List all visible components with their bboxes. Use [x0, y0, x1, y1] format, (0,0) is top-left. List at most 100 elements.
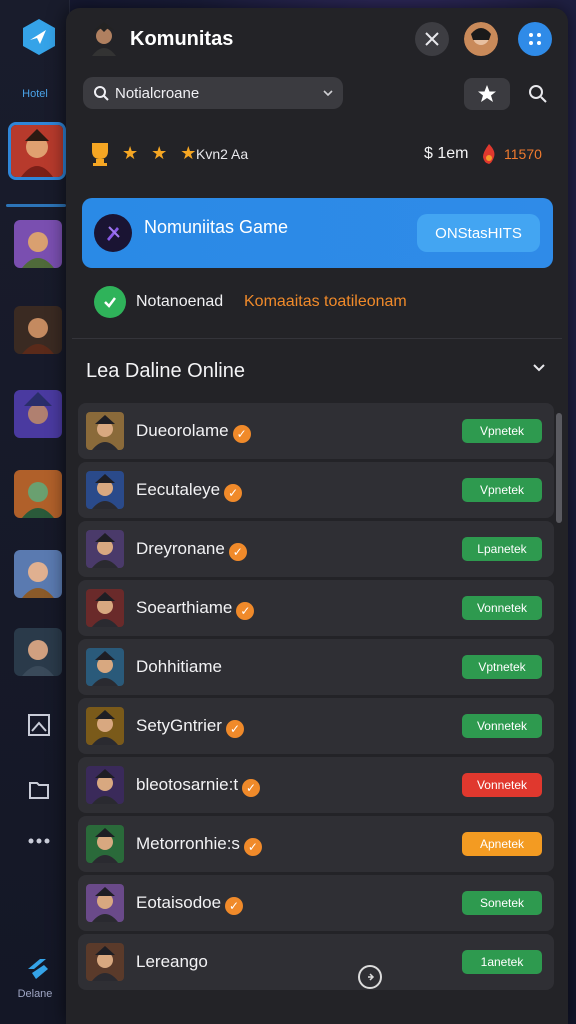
list-item-thumbnail — [86, 589, 124, 627]
list-item-label: Soearthiame — [136, 598, 233, 617]
game-logo-icon — [94, 214, 132, 252]
list-item-thumbnail — [86, 825, 124, 863]
list-item-thumbnail — [86, 471, 124, 509]
search-dropdown[interactable]: Notialcroane — [83, 77, 343, 109]
list-item-name: Dreyronane ✓ — [136, 539, 247, 561]
rail-avatar-2[interactable] — [14, 220, 62, 268]
list-item[interactable]: Eecutaleye ✓ Vpnetek — [78, 462, 554, 518]
trophy-icon — [92, 143, 108, 166]
list-item[interactable]: Dreyronane ✓ Lpanetek — [78, 521, 554, 577]
list-item-status-button[interactable]: Vonnetek — [462, 714, 542, 738]
rail-separator — [6, 204, 66, 207]
chevron-down-icon — [323, 90, 333, 96]
list-item-label: Dueorolame — [136, 421, 229, 440]
rail-avatar-1[interactable] — [8, 122, 66, 180]
verified-badge-icon: ✓ — [224, 484, 243, 502]
list-item-label: bleotosarnie:t — [136, 775, 239, 794]
star-icon — [478, 85, 496, 102]
folder-icon[interactable] — [24, 775, 54, 805]
more-icon[interactable] — [24, 826, 54, 856]
bottom-action-icon[interactable] — [358, 965, 382, 989]
scrollbar[interactable] — [556, 413, 562, 523]
list-item[interactable]: SetyGntrier ✓ Vonnetek — [78, 698, 554, 754]
chevron-down-icon — [533, 364, 545, 372]
fire-icon — [483, 144, 495, 164]
rating-stars: ★ ★ ★ — [122, 143, 201, 163]
list-item-thumbnail — [86, 943, 124, 981]
divider — [72, 338, 562, 339]
list-item-label: Lereango — [136, 952, 208, 971]
list-item-name: Eecutaleye ✓ — [136, 480, 243, 502]
stats-row: ★ ★ ★ Kvn2 Aa $ 1em 11570 — [86, 140, 556, 168]
section-collapse-button[interactable] — [532, 360, 552, 380]
list-item-status-button[interactable]: Vptnetek — [462, 655, 542, 679]
list-item-name: bleotosarnie:t ✓ — [136, 775, 261, 797]
game-banner[interactable]: Nomuniitas Game ONStasHITS — [82, 198, 553, 268]
list-item-thumbnail — [86, 707, 124, 745]
left-rail: Hotel Delane — [0, 0, 70, 1024]
list-item-name: SetyGntrier ✓ — [136, 716, 244, 738]
verified-badge-icon: ✓ — [232, 425, 251, 443]
notice-link[interactable]: Komaaitas toatileonam — [244, 293, 407, 311]
list-item-thumbnail — [86, 530, 124, 568]
chart-icon[interactable] — [24, 710, 54, 740]
rail-top-label: Hotel — [22, 88, 48, 100]
list-item-status-button[interactable]: Lpanetek — [462, 537, 542, 561]
list-item-label: Dohhitiame — [136, 657, 222, 676]
profile-avatar[interactable] — [464, 22, 498, 56]
rail-avatar-4[interactable] — [14, 390, 62, 438]
notice-status: Notanoenad — [136, 293, 224, 310]
status-notice: Notanoenad Komaaitas toatileonam — [94, 286, 534, 318]
verified-badge-icon: ✓ — [243, 838, 262, 856]
list-item[interactable]: Metorronhie:s ✓ Apnetek — [78, 816, 554, 872]
member-count: 11570 — [504, 146, 542, 162]
rail-avatar-5[interactable] — [14, 470, 62, 518]
search-button[interactable] — [524, 80, 552, 108]
rail-bottom-label: Delane — [17, 988, 53, 1000]
list-item-name: Soearthiame ✓ — [136, 598, 255, 620]
list-item-status-button[interactable]: 1anetek — [462, 950, 542, 974]
verified-badge-icon: ✓ — [228, 543, 247, 561]
list-item[interactable]: bleotosarnie:t ✓ Vonnetek — [78, 757, 554, 813]
favorite-button[interactable] — [464, 78, 510, 110]
list-item[interactable]: Soearthiame ✓ Vonnetek — [78, 580, 554, 636]
list-item-status-button[interactable]: Vonnetek — [462, 596, 542, 620]
list-item-status-button[interactable]: Vonnetek — [462, 773, 542, 797]
list-item-status-button[interactable]: Vpnetek — [462, 478, 542, 502]
search-value: Notialcroane — [115, 84, 200, 102]
list-item-name: Eotaisodoe ✓ — [136, 893, 244, 915]
list-item-name: Dohhitiame — [136, 657, 222, 677]
list-item-label: Dreyronane — [136, 539, 225, 558]
tools-button[interactable] — [415, 22, 449, 56]
list-item-name: Dueorolame ✓ — [136, 421, 251, 443]
home-logo-icon[interactable] — [24, 955, 52, 983]
verified-badge-icon: ✓ — [236, 602, 255, 620]
rail-avatar-6[interactable] — [14, 550, 62, 598]
list-item-label: SetyGntrier — [136, 716, 222, 735]
header-avatar[interactable] — [86, 20, 122, 56]
rail-avatar-7[interactable] — [14, 628, 62, 676]
list-item[interactable]: Dueorolame ✓ Vpnetek — [78, 403, 554, 459]
rail-avatar-3[interactable] — [14, 306, 62, 354]
banner-action-button[interactable]: ONStasHITS — [417, 214, 540, 252]
list-item[interactable]: Lereango 1anetek — [78, 934, 554, 990]
list-item-status-button[interactable]: Apnetek — [462, 832, 542, 856]
list-item-thumbnail — [86, 766, 124, 804]
list-item-status-button[interactable]: Vpnetek — [462, 419, 542, 443]
magnifier-icon — [529, 85, 547, 103]
price-text: $ 1em — [424, 145, 469, 162]
list-item-name: Metorronhie:s ✓ — [136, 834, 262, 856]
app-logo-icon[interactable] — [20, 18, 58, 56]
apps-button[interactable] — [518, 22, 552, 56]
tools-icon — [425, 32, 439, 46]
list-item[interactable]: Eotaisodoe ✓ Sonetek — [78, 875, 554, 931]
list-item-thumbnail — [86, 648, 124, 686]
list-item-status-button[interactable]: Sonetek — [462, 891, 542, 915]
section-title: Lea Daline Online — [86, 360, 245, 382]
rating-text: Kvn2 Aa — [196, 146, 249, 162]
search-icon — [94, 86, 109, 101]
grid-icon — [529, 33, 541, 45]
list-item-thumbnail — [86, 884, 124, 922]
list-item[interactable]: Dohhitiame Vptnetek — [78, 639, 554, 695]
check-icon — [94, 286, 126, 318]
